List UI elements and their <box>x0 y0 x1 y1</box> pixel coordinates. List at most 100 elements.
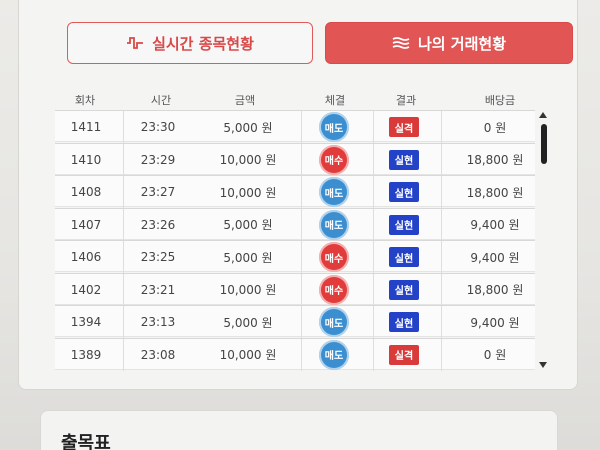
pulse-icon <box>127 37 144 49</box>
round-cell: 1410 <box>70 152 102 167</box>
round-cell: 1389 <box>70 347 102 362</box>
tab-my-trades[interactable]: 나의 거래현황 <box>325 22 573 64</box>
round-cell: 1394 <box>70 315 102 329</box>
buy-badge: 매수 <box>319 274 349 305</box>
trade-cell: 매도 <box>301 339 367 371</box>
result-win-badge: 실현 <box>389 149 419 170</box>
table-scrollbar[interactable] <box>538 112 548 372</box>
table-row: 1394 23:13 5,000 원 매도 실현 9,400 원 <box>55 305 535 338</box>
round-cell: 1406 <box>70 250 102 264</box>
tab-my-trades-label: 나의 거래현황 <box>417 34 507 53</box>
round-cell: 1407 <box>70 217 102 232</box>
table-row: 1408 23:27 10,000 원 매도 실현 18,800 원 <box>55 175 535 208</box>
table-row: 1410 23:29 10,000 원 매수 실현 18,800 원 <box>55 142 535 176</box>
scroll-down-arrow-icon[interactable] <box>539 362 547 368</box>
stack-icon <box>392 37 410 49</box>
result-cell: 실현 <box>373 209 435 241</box>
sell-badge: 매도 <box>319 307 349 337</box>
amount-cell: 10,000 원 <box>219 348 277 362</box>
column-divider <box>441 143 442 176</box>
amount-cell: 5,000 원 <box>223 120 273 135</box>
column-divider <box>441 208 442 241</box>
trade-cell: 매수 <box>301 274 367 306</box>
chulmok-title: 출목표 <box>61 433 111 450</box>
result-cell: 실현 <box>373 144 435 176</box>
page: 실시간 종목현황 나의 거래현황 회차 시간 금액 체결 결과 배당금 1411… <box>0 0 600 450</box>
trade-cell: 매도 <box>301 176 367 208</box>
tab-live-status[interactable]: 실시간 종목현황 <box>67 22 313 64</box>
payout-cell: 0 원 <box>483 120 507 135</box>
round-cell: 1411 <box>70 120 102 134</box>
trade-cell: 매수 <box>301 144 367 176</box>
round-cell: 1408 <box>70 185 102 199</box>
trade-cell: 매도 <box>301 111 367 143</box>
chulmok-card: 출목표 <box>40 410 558 450</box>
time-cell: 23:25 <box>140 250 176 264</box>
result-fail-badge: 실격 <box>389 344 419 365</box>
buy-badge: 매수 <box>319 144 349 175</box>
sell-badge: 매도 <box>319 177 349 207</box>
result-win-badge: 실현 <box>389 312 419 332</box>
header-trade: 체결 <box>324 94 346 107</box>
payout-cell: 18,800 원 <box>466 153 524 167</box>
table-row: 1411 23:30 5,000 원 매도 실격 0 원 <box>55 110 535 143</box>
table-row: 1389 23:08 10,000 원 매도 실격 0 원 <box>55 337 535 371</box>
header-payout: 배당금 <box>484 94 516 107</box>
sell-badge: 매도 <box>319 112 349 142</box>
payout-cell: 0 원 <box>483 348 507 362</box>
amount-cell: 10,000 원 <box>219 185 277 200</box>
buy-badge: 매수 <box>319 242 349 272</box>
header-amount: 금액 <box>234 94 256 107</box>
time-cell: 23:08 <box>140 347 176 362</box>
tab-bar: 실시간 종목현황 나의 거래현황 <box>67 22 573 66</box>
table-row: 1407 23:26 5,000 원 매도 실현 9,400 원 <box>55 207 535 241</box>
result-cell: 실현 <box>373 241 435 273</box>
column-divider <box>441 338 442 371</box>
time-cell: 23:30 <box>140 120 176 134</box>
header-time: 시간 <box>150 94 172 107</box>
trade-cell: 매도 <box>301 306 367 338</box>
column-divider <box>441 273 442 306</box>
result-win-badge: 실현 <box>389 182 419 202</box>
amount-cell: 10,000 원 <box>219 283 277 297</box>
amount-cell: 10,000 원 <box>219 153 277 167</box>
trade-table: 회차 시간 금액 체결 결과 배당금 1411 23:30 5,000 원 매도 실격 0… <box>55 88 552 374</box>
payout-cell: 18,800 원 <box>466 185 524 200</box>
result-cell: 실격 <box>373 111 435 143</box>
result-cell: 실격 <box>373 339 435 371</box>
header-result: 결과 <box>395 94 417 107</box>
trade-cell: 매수 <box>301 241 367 273</box>
amount-cell: 5,000 원 <box>223 218 273 232</box>
result-win-badge: 실현 <box>389 279 419 300</box>
payout-cell: 9,400 원 <box>470 250 520 265</box>
time-cell: 23:13 <box>140 315 176 329</box>
trade-cell: 매도 <box>301 209 367 241</box>
result-win-badge: 실현 <box>389 214 419 235</box>
tab-live-label: 실시간 종목현황 <box>152 34 254 53</box>
round-cell: 1402 <box>70 282 102 297</box>
result-cell: 실현 <box>373 176 435 208</box>
result-cell: 실현 <box>373 306 435 338</box>
time-cell: 23:26 <box>140 217 176 232</box>
result-fail-badge: 실격 <box>389 117 419 137</box>
result-win-badge: 실현 <box>389 247 419 267</box>
scroll-up-arrow-icon[interactable] <box>539 112 547 118</box>
table-header: 회차 시간 금액 체결 결과 배당금 <box>55 88 535 110</box>
column-divider <box>441 176 442 208</box>
time-cell: 23:21 <box>140 282 176 297</box>
sell-badge: 매도 <box>319 339 349 370</box>
result-cell: 실현 <box>373 274 435 306</box>
table-row: 1402 23:21 10,000 원 매수 실현 18,800 원 <box>55 272 535 306</box>
amount-cell: 5,000 원 <box>223 250 273 265</box>
scrollbar-thumb[interactable] <box>541 124 547 164</box>
payout-cell: 9,400 원 <box>470 315 520 330</box>
column-divider <box>441 111 442 143</box>
table-row: 1406 23:25 5,000 원 매수 실현 9,400 원 <box>55 240 535 273</box>
time-cell: 23:27 <box>140 185 176 199</box>
payout-cell: 9,400 원 <box>470 218 520 232</box>
payout-cell: 18,800 원 <box>466 283 524 297</box>
amount-cell: 5,000 원 <box>223 315 273 330</box>
header-round: 회차 <box>74 94 96 107</box>
time-cell: 23:29 <box>140 152 176 167</box>
column-divider <box>441 306 442 338</box>
